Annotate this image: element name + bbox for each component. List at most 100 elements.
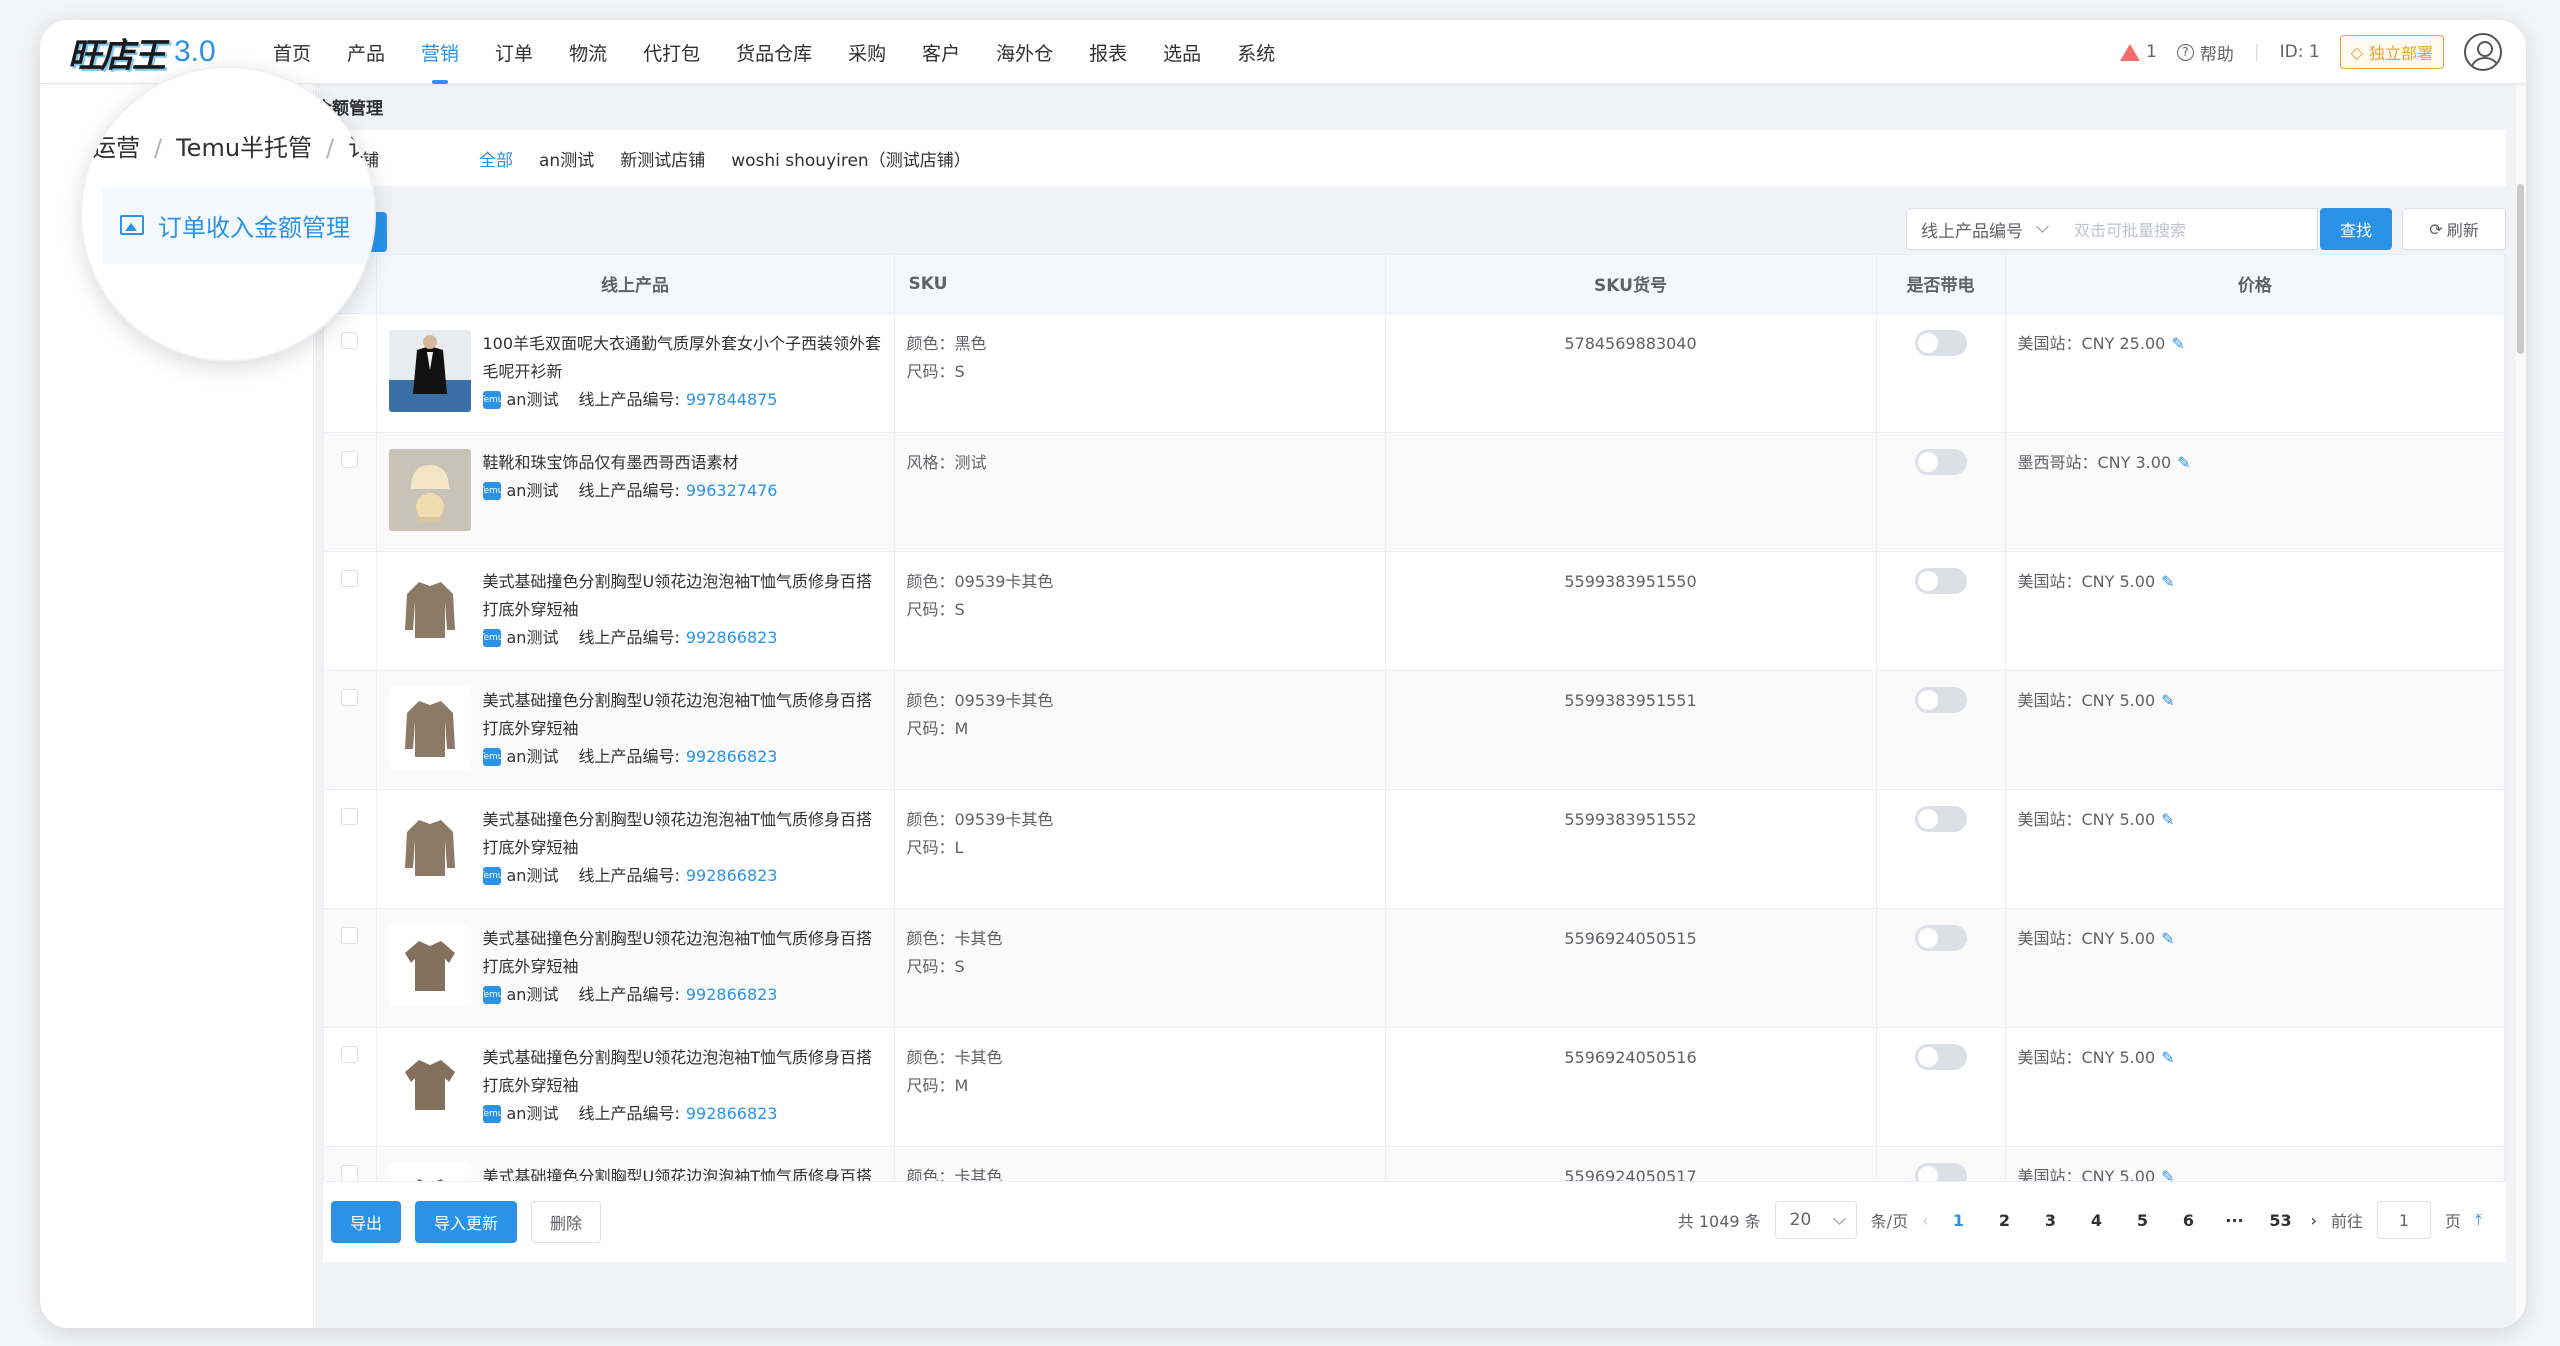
menu-item[interactable]: 订单 [477, 20, 551, 84]
table-row[interactable]: 美式基础撞色分割胸型U领花边泡泡袖T恤气质修身百搭打底外穿短袖Temuan测试线… [324, 908, 2505, 1028]
shop-option[interactable]: 新测试店铺 [620, 146, 705, 171]
edit-icon[interactable]: ✎ [2171, 334, 2184, 353]
page-number[interactable]: 5 [2126, 1211, 2158, 1230]
page-number[interactable]: 3 [2034, 1211, 2066, 1230]
find-button[interactable]: 查找 [2320, 208, 2392, 250]
battery-toggle[interactable] [1914, 805, 1967, 832]
menu-item[interactable]: 营销 [403, 20, 477, 84]
app-logo[interactable]: 旺店王 3.0 [68, 32, 216, 76]
row-checkbox[interactable] [341, 807, 359, 825]
product-code-label: 线上产品编号: [578, 746, 680, 766]
search-field-select[interactable]: 线上产品编号 [1906, 208, 2062, 250]
page-number[interactable]: 53 [2264, 1211, 2296, 1230]
search-input[interactable]: 双击可批量搜索 [2060, 208, 2318, 250]
page-number[interactable]: 1 [1942, 1211, 1974, 1230]
battery-toggle[interactable] [1914, 1162, 1967, 1181]
help-link[interactable]: ? 帮助 [2176, 40, 2234, 65]
deploy-button[interactable]: ◇ 独立部署 [2339, 35, 2444, 69]
battery-toggle[interactable] [1914, 329, 1967, 356]
menu-item[interactable]: 报表 [1071, 20, 1145, 84]
product-thumbnail[interactable] [388, 805, 471, 888]
page-number[interactable]: 4 [2080, 1211, 2112, 1230]
goto-page-input[interactable]: 1 [2376, 1201, 2431, 1239]
shop-option[interactable]: an测试 [539, 146, 594, 171]
table-row[interactable]: 美式基础撞色分割胸型U领花边泡泡袖T恤气质修身百搭打底外穿短袖Temuan测试线… [324, 670, 2505, 790]
row-checkbox[interactable] [341, 1045, 359, 1063]
product-code-link[interactable]: 992866823 [686, 862, 778, 890]
next-page-icon[interactable]: › [2310, 1211, 2316, 1230]
import-update-button[interactable]: 导入更新 [415, 1201, 518, 1243]
menu-item[interactable]: 采购 [830, 20, 904, 84]
page-number[interactable]: 2 [1988, 1211, 2020, 1230]
menu-item[interactable]: 系统 [1219, 20, 1293, 84]
edit-icon[interactable]: ✎ [2161, 572, 2174, 591]
menu-item[interactable]: 货品仓库 [718, 20, 830, 84]
edit-icon[interactable]: ✎ [2161, 810, 2174, 829]
prev-page-icon[interactable]: ‹ [1922, 1211, 1928, 1230]
export-button[interactable]: 导出 [331, 1201, 402, 1243]
scrollbar-thumb[interactable] [2517, 184, 2524, 354]
page-scrollbar[interactable] [2516, 84, 2526, 1328]
menu-item[interactable]: 产品 [329, 20, 403, 84]
edit-icon[interactable]: ✎ [2161, 1167, 2174, 1182]
product-thumbnail[interactable] [388, 1043, 471, 1126]
breadcrumb-item[interactable]: Temu半托管 [176, 134, 312, 162]
table-row[interactable]: 美式基础撞色分割胸型U领花边泡泡袖T恤气质修身百搭打底外穿短袖Temuan测试线… [324, 1146, 2505, 1182]
shop-option[interactable]: 全部 [479, 146, 513, 171]
product-thumbnail[interactable] [388, 924, 471, 1007]
battery-toggle[interactable] [1914, 1043, 1967, 1070]
warning-indicator[interactable]: 1 [2120, 42, 2157, 62]
edit-icon[interactable]: ✎ [2161, 691, 2174, 710]
table-row[interactable]: 美式基础撞色分割胸型U领花边泡泡袖T恤气质修身百搭打底外穿短袖Temuan测试线… [324, 551, 2505, 671]
sidebar-item-order-income[interactable]: 订单收入金额管理 [102, 186, 374, 264]
battery-toggle[interactable] [1914, 567, 1967, 594]
table-row[interactable]: 鞋靴和珠宝饰品仅有墨西哥西语素材 Temu an测试 线上产品编号: 996327476… [324, 432, 2505, 552]
battery-toggle[interactable] [1914, 924, 1967, 951]
product-thumbnail[interactable] [388, 567, 471, 650]
product-thumbnail[interactable] [388, 448, 471, 531]
product-thumbnail[interactable] [388, 1162, 471, 1181]
product-code-link[interactable]: 992866823 [686, 1100, 778, 1128]
row-checkbox[interactable] [341, 1164, 359, 1181]
edit-icon[interactable]: ✎ [2161, 1048, 2174, 1067]
back-to-top-icon[interactable]: ⤒ [2475, 1210, 2482, 1230]
menu-item[interactable]: 代打包 [625, 20, 718, 84]
table-row[interactable]: 美式基础撞色分割胸型U领花边泡泡袖T恤气质修身百搭打底外穿短袖Temuan测试线… [324, 1027, 2505, 1147]
product-thumbnail[interactable] [388, 686, 471, 769]
shop-option[interactable]: woshi shouyiren（测试店铺） [731, 146, 971, 171]
menu-item[interactable]: 物流 [551, 20, 625, 84]
table-header: 线上产品 SKU SKU货号 是否带电 价格 [324, 255, 2505, 314]
edit-icon[interactable]: ✎ [2177, 453, 2190, 472]
product-thumbnail[interactable] [388, 329, 471, 412]
price-value: 墨西哥站：CNY 3.00 [2017, 452, 2172, 472]
menu-item[interactable]: 海外仓 [978, 20, 1071, 84]
battery-toggle[interactable] [1914, 448, 1967, 475]
product-code-link[interactable]: 992866823 [686, 624, 778, 652]
product-code-link[interactable]: 992866823 [686, 981, 778, 1009]
menu-item[interactable]: 选品 [1145, 20, 1219, 84]
table-row[interactable]: 100羊毛双面呢大衣通勤气质厚外套女小个子西装领外套毛呢开衫新 Temu an测试线… [324, 313, 2505, 433]
table-row[interactable]: 美式基础撞色分割胸型U领花边泡泡袖T恤气质修身百搭打底外穿短袖Temuan测试线… [324, 789, 2505, 909]
product-code-link[interactable]: 996327476 [686, 477, 778, 505]
battery-toggle[interactable] [1914, 686, 1967, 713]
breadcrumb: 金额管理 [315, 84, 2526, 130]
edit-icon[interactable]: ✎ [2161, 929, 2174, 948]
row-checkbox[interactable] [341, 926, 359, 944]
search-field-value: 线上产品编号 [1921, 221, 2023, 242]
product-code-link[interactable]: 992866823 [686, 743, 778, 771]
page-number[interactable]: 6 [2172, 1211, 2204, 1230]
row-checkbox[interactable] [341, 450, 359, 468]
breadcrumb-item[interactable]: 运营 [92, 134, 140, 162]
product-code-link[interactable]: 997844875 [686, 386, 778, 414]
row-checkbox[interactable] [341, 688, 359, 706]
delete-button[interactable]: 删除 [531, 1201, 602, 1243]
page-ellipsis[interactable]: ··· [2218, 1211, 2250, 1230]
refresh-button[interactable]: ⟳ 刷新 [2402, 208, 2506, 250]
menu-item[interactable]: 客户 [904, 20, 978, 84]
user-avatar-icon[interactable] [2464, 33, 2502, 71]
page-size-select[interactable]: 20 [1774, 1201, 1857, 1239]
sku-attribute: 风格：测试 [906, 452, 987, 472]
row-checkbox[interactable] [341, 331, 359, 349]
row-checkbox[interactable] [341, 569, 359, 587]
price-cell: 美国站：CNY 5.00 ✎ [2005, 670, 2505, 790]
